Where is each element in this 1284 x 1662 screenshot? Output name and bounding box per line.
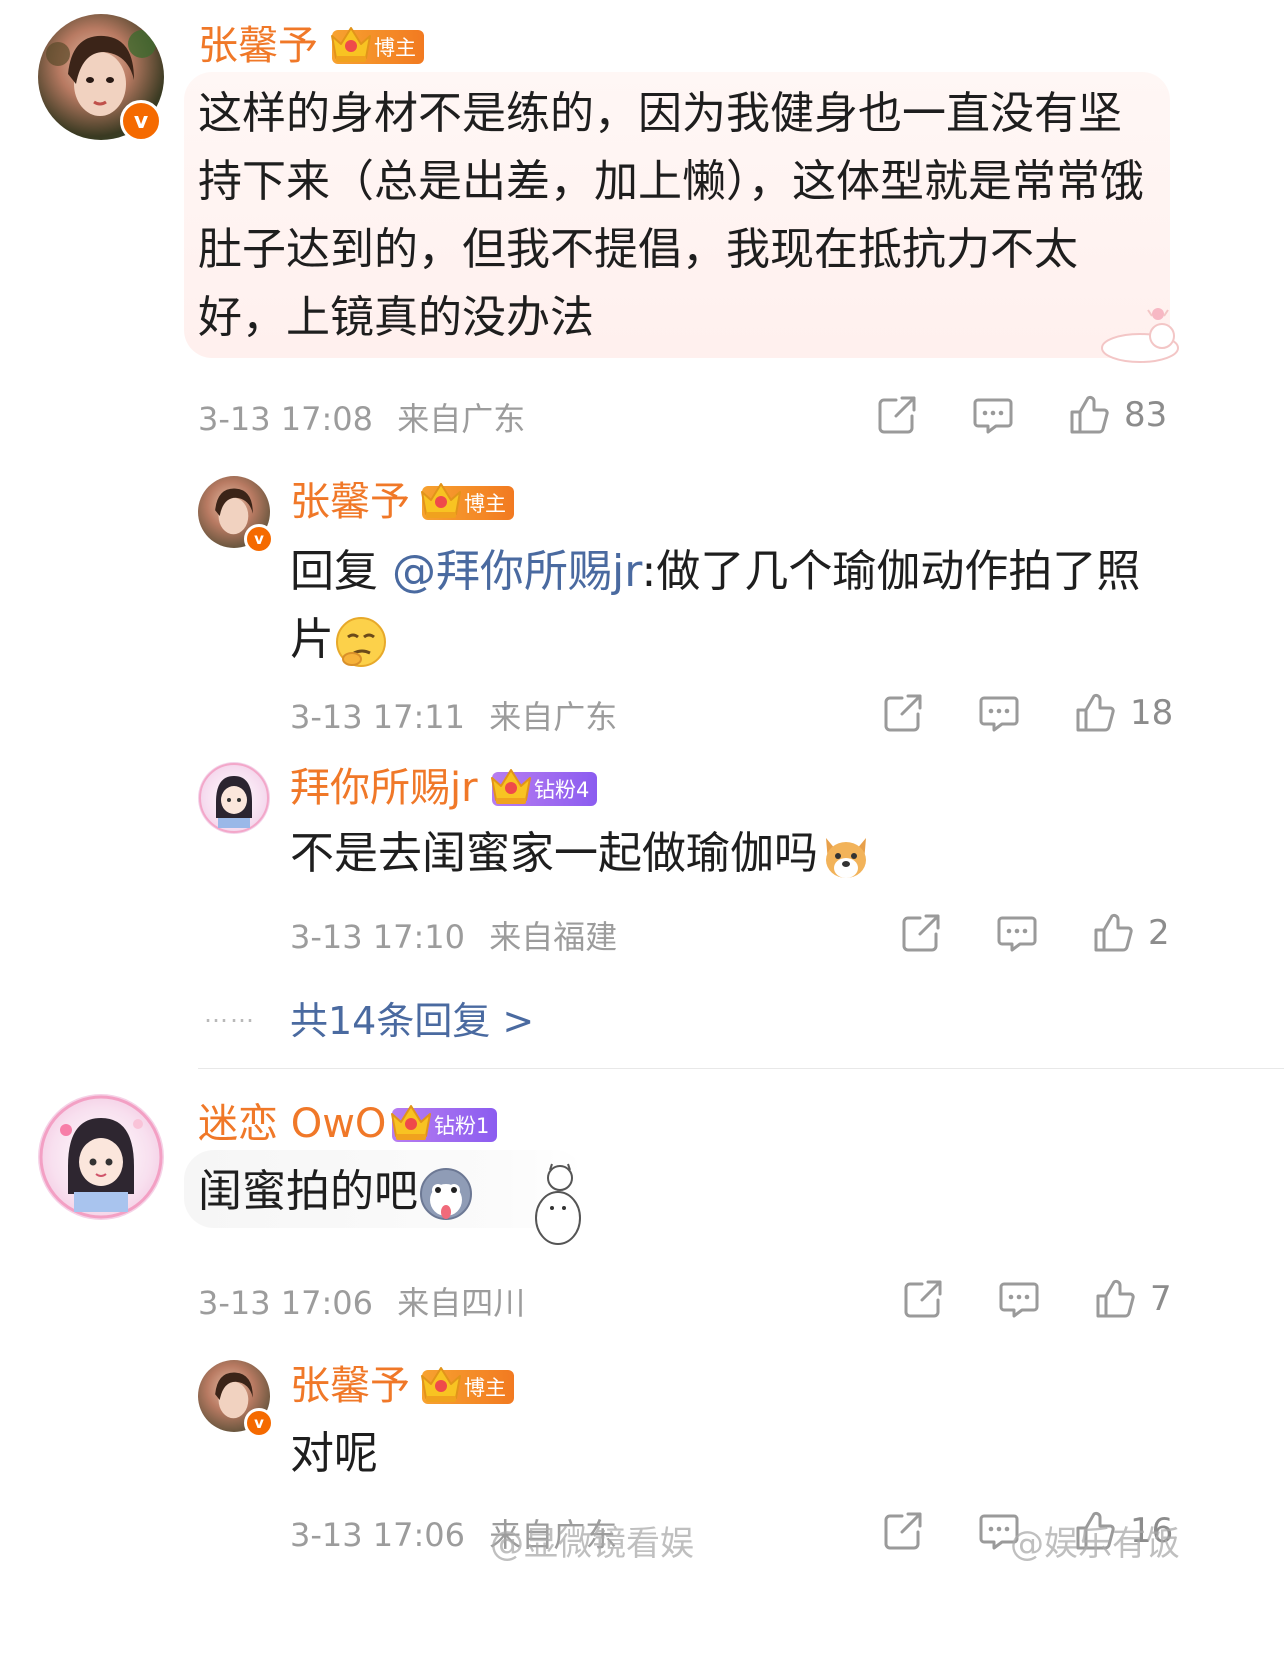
timestamp: 3-13 17:11: [290, 698, 466, 736]
blogger-badge[interactable]: 博主: [332, 30, 424, 64]
action-bar: 83: [876, 394, 1167, 436]
crown-icon: [418, 478, 464, 522]
badge-label: 钻粉4: [534, 778, 590, 802]
watermark: @显微镜看娱: [490, 1524, 694, 1564]
blogger-badge[interactable]: 博主: [422, 486, 514, 520]
dots-separator: ……: [204, 1000, 256, 1028]
reply-text: 不是去闺蜜家一起做瑜伽吗: [290, 820, 1170, 888]
fan-badge[interactable]: 钻粉4: [492, 772, 598, 806]
comment-meta: 3-13 17:08 来自广东: [198, 394, 525, 440]
like-icon[interactable]: [1094, 1278, 1136, 1320]
mention-link[interactable]: @拜你所赐jr: [392, 546, 642, 597]
action-bar: 7: [902, 1278, 1172, 1320]
blogger-badge[interactable]: 博主: [422, 1370, 514, 1404]
verified-icon: v: [244, 524, 274, 554]
username[interactable]: 张馨予: [290, 478, 410, 526]
action-bar: 18: [882, 692, 1173, 734]
comment-meta: 3-13 17:06 来自四川: [198, 1278, 525, 1324]
verified-icon: v: [120, 100, 162, 142]
share-icon[interactable]: [876, 394, 918, 436]
watermark: @娱乐有饭: [1010, 1524, 1180, 1564]
username[interactable]: 拜你所赐jr: [290, 764, 478, 812]
username[interactable]: 张馨予: [198, 22, 318, 70]
avatar[interactable]: [38, 1094, 164, 1220]
more-replies-link[interactable]: 共14条回复 >: [290, 990, 534, 1045]
share-icon[interactable]: [882, 1510, 924, 1552]
avatar-cartoon: [199, 763, 269, 833]
timestamp: 3-13 17:06: [290, 1516, 466, 1554]
comment-icon[interactable]: [972, 394, 1014, 436]
thinking-face-emoji: [336, 617, 386, 667]
reply-meta: 3-13 17:10 来自福建: [290, 912, 617, 958]
share-icon[interactable]: [900, 912, 942, 954]
like-count: 83: [1124, 395, 1168, 435]
badge-label: 博主: [464, 1376, 506, 1400]
location: 来自四川: [397, 1284, 526, 1322]
timestamp: 3-13 17:08: [198, 400, 374, 438]
like-count: 7: [1150, 1279, 1172, 1319]
badge-label: 钻粉1: [434, 1114, 490, 1138]
husky-tongue-emoji: [420, 1168, 472, 1220]
reply-body: 不是去闺蜜家一起做瑜伽吗: [290, 828, 818, 879]
badge-label: 博主: [464, 492, 506, 516]
location: 来自广东: [489, 698, 618, 736]
avatar[interactable]: [198, 762, 270, 834]
share-icon[interactable]: [902, 1278, 944, 1320]
badge-label: 博主: [374, 36, 416, 60]
like-icon[interactable]: [1068, 394, 1110, 436]
like-count: 2: [1148, 913, 1170, 953]
comment-icon[interactable]: [978, 692, 1020, 734]
reply-text: 对呢: [290, 1428, 378, 1479]
comment-text: 闺蜜拍的吧: [198, 1158, 618, 1226]
share-icon[interactable]: [882, 692, 924, 734]
like-count: 18: [1130, 693, 1174, 733]
timestamp: 3-13 17:10: [290, 918, 466, 956]
reply-prefix: 回复: [290, 546, 392, 597]
username[interactable]: 迷恋 OwO: [198, 1100, 386, 1148]
like-icon[interactable]: [1092, 912, 1134, 954]
crown-icon: [328, 22, 374, 66]
crown-icon: [488, 764, 534, 808]
action-bar: 2: [900, 912, 1170, 954]
avatar-cartoon: [39, 1095, 163, 1219]
comment-body: 闺蜜拍的吧: [198, 1166, 418, 1217]
fan-badge[interactable]: 钻粉1: [392, 1108, 498, 1142]
comment-icon[interactable]: [996, 912, 1038, 954]
dog-face-emoji: [826, 838, 866, 878]
crown-icon: [418, 1362, 464, 1406]
location: 来自广东: [397, 400, 526, 438]
location: 来自福建: [489, 918, 618, 956]
verified-icon: v: [244, 1408, 274, 1438]
comment-divider: [198, 1068, 1284, 1069]
timestamp: 3-13 17:06: [198, 1284, 374, 1322]
comment-text: 这样的身材不是练的，因为我健身也一直没有坚持下来（总是出差，加上懒），这体型就是…: [198, 88, 1144, 343]
reply-meta: 3-13 17:11 来自广东: [290, 692, 617, 738]
crown-icon: [388, 1100, 434, 1144]
reply-text: 回复 @拜你所赐jr:做了几个瑜伽动作拍了照片: [290, 538, 1170, 674]
comment-icon[interactable]: [998, 1278, 1040, 1320]
username[interactable]: 张馨予: [290, 1362, 410, 1410]
like-icon[interactable]: [1074, 692, 1116, 734]
